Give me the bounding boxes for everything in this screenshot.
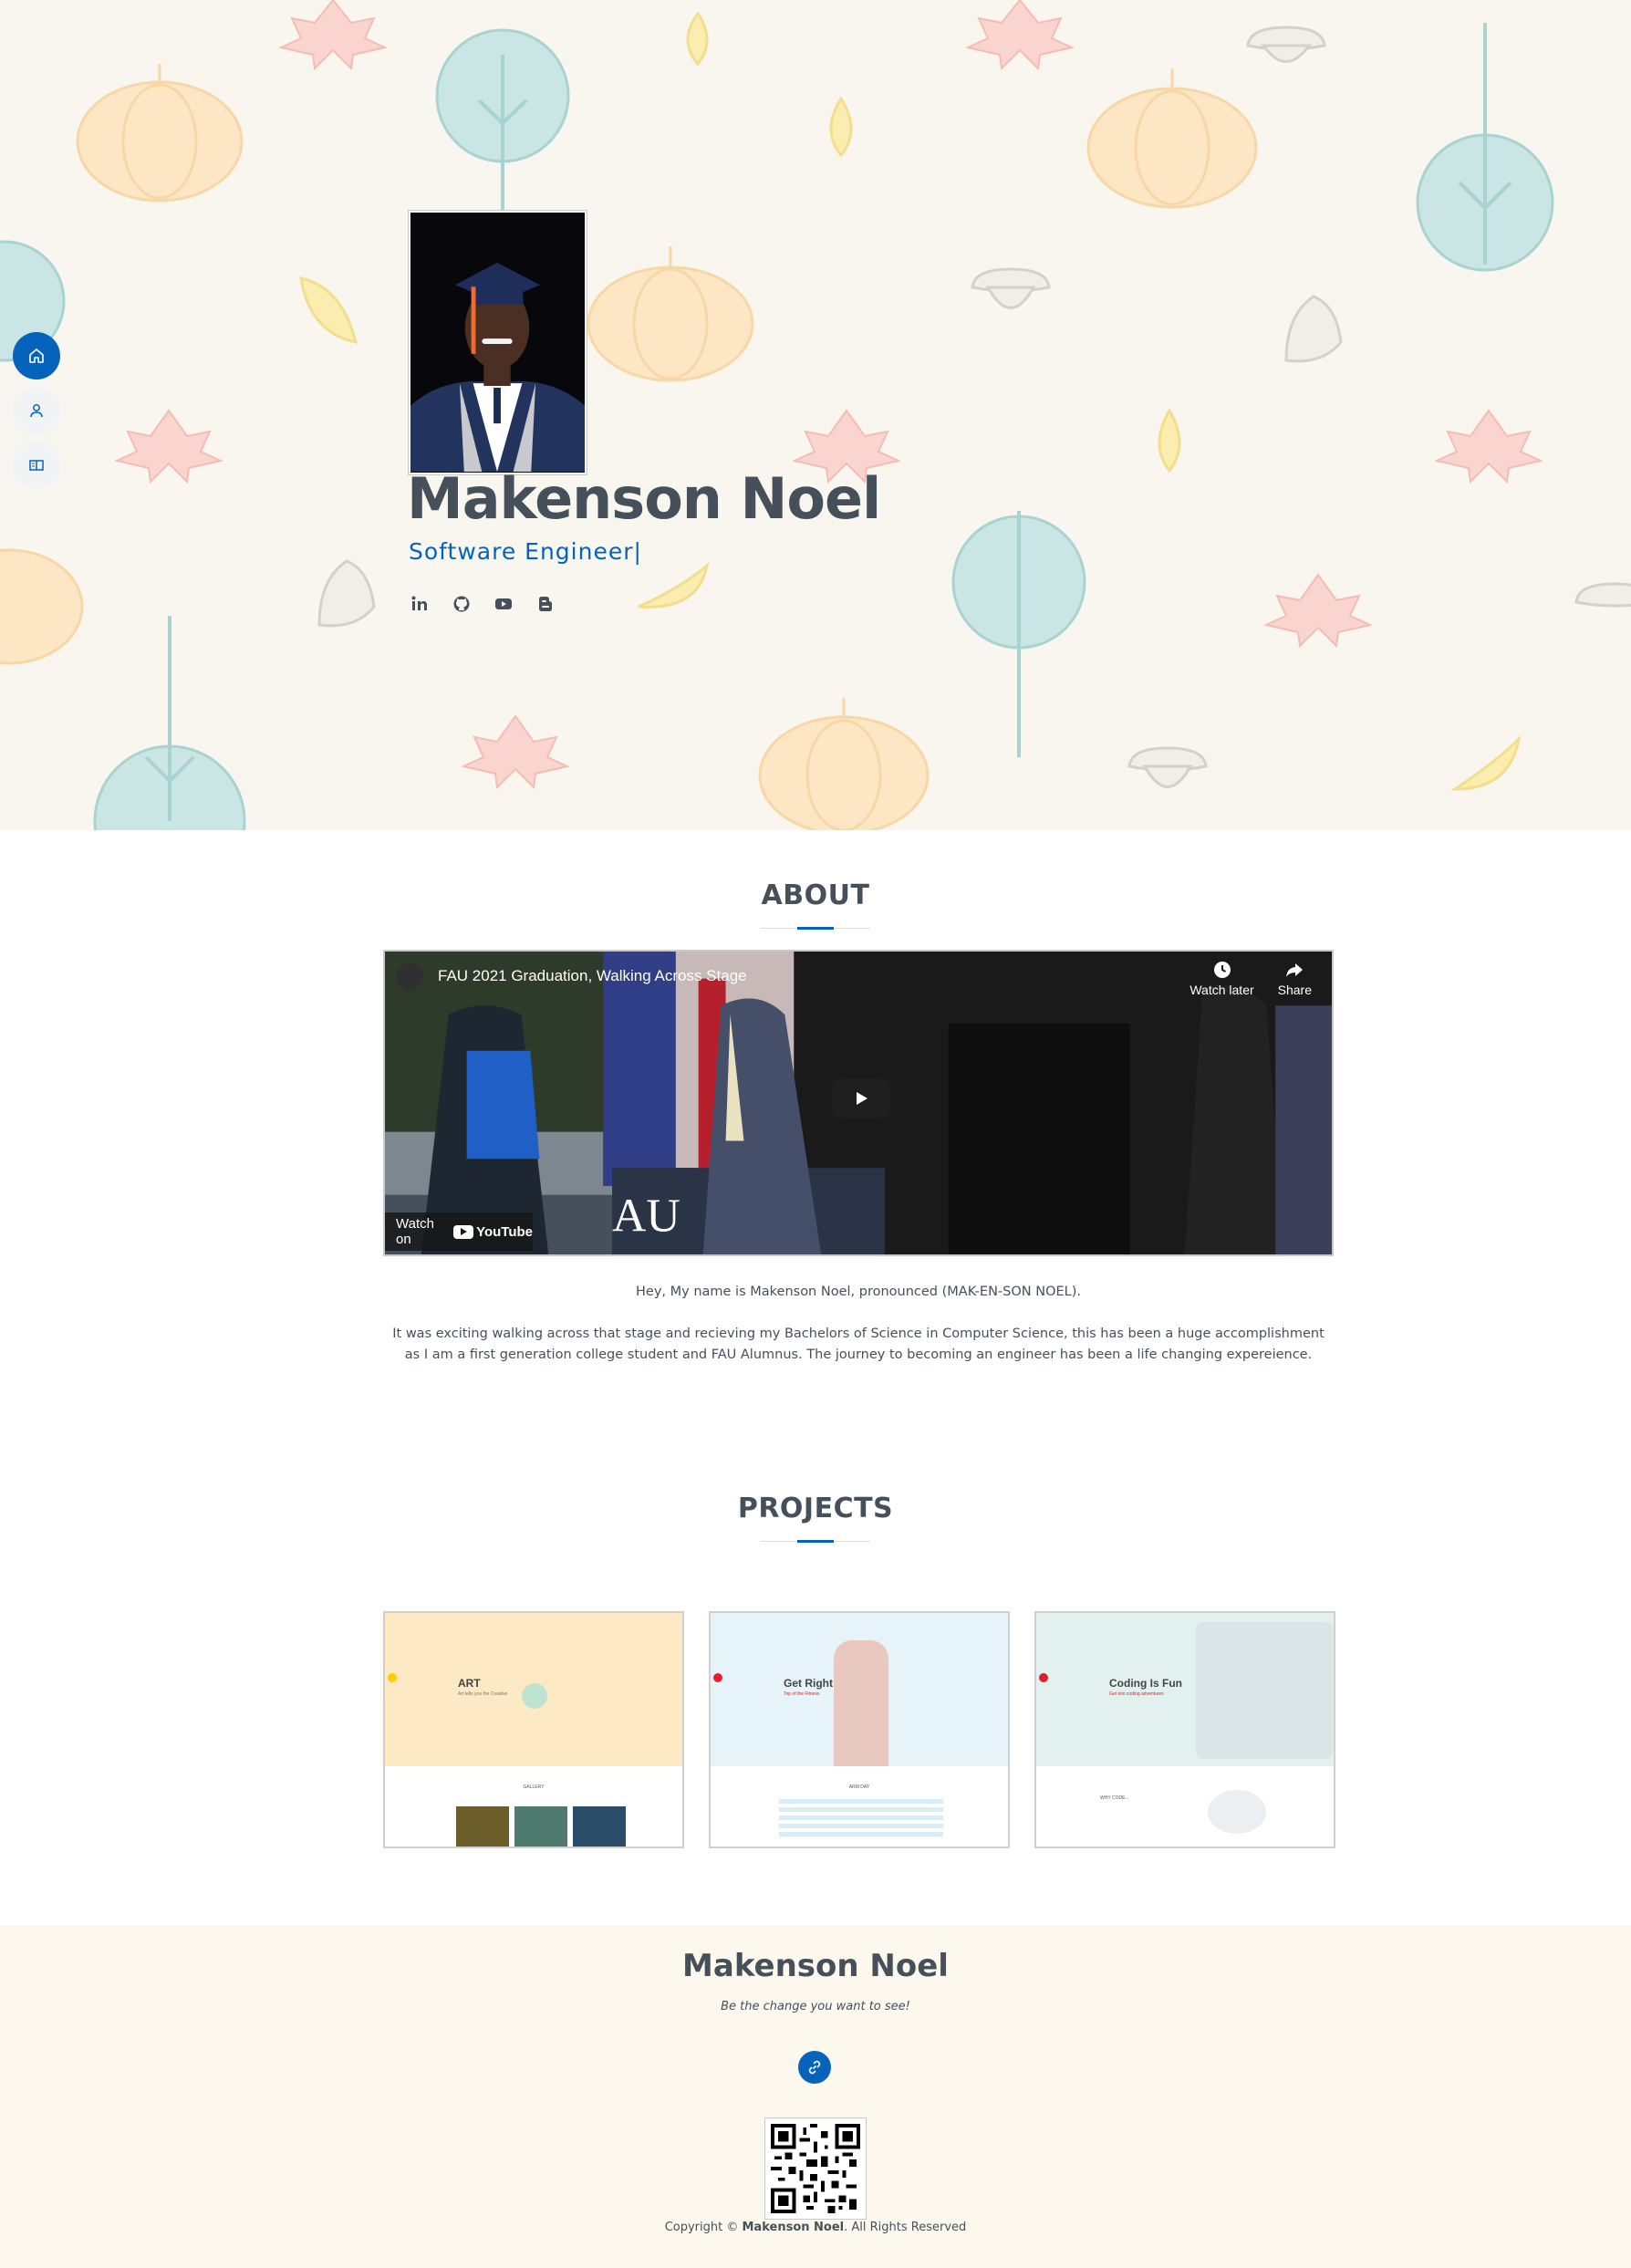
role-text: Software Engineer	[409, 538, 634, 565]
qr-code	[764, 2117, 867, 2220]
project-preview-lower: WHY CODE...	[1036, 1766, 1334, 1847]
project-preview: Coding Is Fun Get into coding adventures	[1036, 1613, 1334, 1766]
play-button[interactable]	[832, 1078, 890, 1118]
copyright-prefix: Copyright ©	[664, 2221, 739, 2234]
preview-circle	[522, 1683, 547, 1709]
person-icon	[30, 404, 43, 418]
nav-home[interactable]	[13, 332, 60, 380]
side-navigation	[13, 332, 60, 489]
channel-avatar[interactable]	[396, 962, 423, 990]
project-title: Get Right	[784, 1677, 833, 1690]
youtube-wordmark: YouTube	[476, 1223, 533, 1240]
about-body: It was exciting walking across that stag…	[392, 1326, 1325, 1362]
about-intro: Hey, My name is Makenson Noel, pronounce…	[636, 1285, 1081, 1299]
preview-avatar-illustration	[1208, 1790, 1266, 1834]
autumn-pattern-background	[0, 0, 1631, 830]
video-actions: Watch later Share	[1189, 961, 1312, 997]
project-subtitle: Art tells you the Creative	[458, 1691, 508, 1697]
project-section-label: ARM DAY	[848, 1784, 870, 1790]
profile-photo	[408, 210, 587, 475]
video-title[interactable]: FAU 2021 Graduation, Walking Across Stag…	[438, 967, 747, 985]
hero-name: Makenson Noel	[407, 465, 881, 532]
share-button[interactable]: Share	[1278, 961, 1312, 997]
title-underline	[761, 927, 870, 930]
about-heading: ABOUT	[0, 879, 1631, 930]
preview-figure	[834, 1640, 888, 1766]
project-subtitle: Get into coding adventures	[1109, 1691, 1164, 1697]
copyright: Copyright © Makenson Noel. All Rights Re…	[0, 2221, 1631, 2234]
footer-name: Makenson Noel	[682, 1948, 949, 1984]
preview-illustration	[1196, 1622, 1333, 1759]
hero-role: Software Engineer|	[409, 538, 642, 565]
preview-dot	[713, 1673, 722, 1682]
youtube-play-icon	[453, 1224, 474, 1239]
watch-later-label: Watch later	[1189, 983, 1254, 997]
gallery-image-3	[573, 1806, 626, 1847]
preview-dot	[388, 1673, 397, 1682]
project-card-coding-is-fun[interactable]: Coding Is Fun Get into coding adventures…	[1034, 1611, 1335, 1848]
svg-text:AU: AU	[612, 1190, 680, 1242]
watch-on-label: Watch on	[396, 1216, 434, 1247]
project-preview-lower: GALLERY	[385, 1766, 682, 1847]
project-title: Coding Is Fun	[1109, 1677, 1182, 1690]
project-preview: Get Right Top of the Fitness	[711, 1613, 1008, 1766]
youtube-logo: YouTube	[453, 1224, 533, 1240]
hero-section: Makenson Noel Software Engineer|	[0, 0, 1631, 830]
blog-icon	[539, 597, 552, 611]
clock-icon	[1213, 962, 1231, 978]
watch-later-button[interactable]: Watch later	[1189, 961, 1254, 997]
youtube-link[interactable]	[491, 591, 516, 617]
social-links	[407, 591, 558, 617]
nav-projects[interactable]	[13, 442, 60, 489]
gallery-image-1	[456, 1806, 509, 1847]
copyright-suffix: . All Rights Reserved	[844, 2221, 967, 2234]
play-icon	[857, 1092, 867, 1105]
book-icon	[29, 460, 44, 471]
github-link[interactable]	[449, 591, 474, 617]
projects-heading: PROJECTS	[0, 1493, 1631, 1543]
typing-cursor: |	[633, 538, 642, 565]
footer-quote: Be the change you want to see!	[721, 2000, 910, 2013]
link-icon	[808, 2060, 821, 2075]
copyright-name: Makenson Noel	[742, 2221, 845, 2234]
linkedin-link[interactable]	[407, 591, 432, 617]
project-title: ART	[458, 1677, 481, 1690]
about-title: ABOUT	[761, 879, 870, 911]
nav-about[interactable]	[13, 387, 60, 434]
blog-link[interactable]	[533, 591, 558, 617]
watch-on-youtube-button[interactable]: Watch on YouTube	[385, 1212, 533, 1251]
project-subtitle: Top of the Fitness	[784, 1691, 820, 1697]
footer-link-button[interactable]	[798, 2051, 831, 2084]
youtube-icon	[495, 598, 512, 609]
youtube-video-embed[interactable]: AU FAU 2021 Graduation, Walking Across S…	[383, 950, 1334, 1256]
projects-title: PROJECTS	[737, 1493, 894, 1524]
preview-table	[779, 1799, 943, 1839]
project-section-label: WHY CODE...	[1100, 1795, 1129, 1801]
home-icon	[29, 349, 44, 363]
preview-dot	[1039, 1673, 1048, 1682]
title-underline	[761, 1540, 870, 1543]
project-card-art[interactable]: ART Art tells you the Creative GALLERY	[383, 1611, 684, 1848]
share-label: Share	[1277, 983, 1312, 997]
share-icon	[1286, 963, 1304, 977]
linkedin-icon	[411, 596, 427, 610]
project-section-label: GALLERY	[523, 1784, 545, 1790]
project-preview: ART Art tells you the Creative	[385, 1613, 682, 1766]
gallery-image-2	[514, 1806, 567, 1847]
project-preview-lower: ARM DAY	[711, 1766, 1008, 1847]
project-card-get-right[interactable]: Get Right Top of the Fitness ARM DAY	[709, 1611, 1010, 1848]
github-icon	[453, 596, 470, 612]
